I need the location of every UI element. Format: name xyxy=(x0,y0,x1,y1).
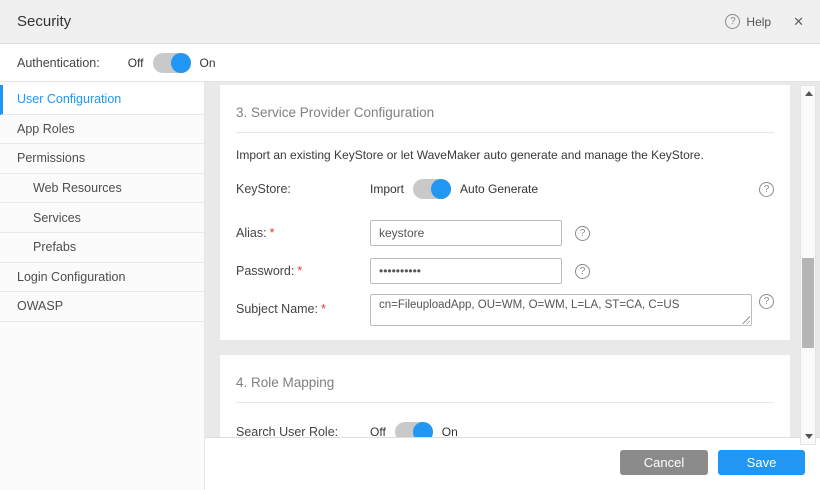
subject-name-label: Subject Name:* xyxy=(236,294,370,316)
help-button[interactable]: ? Help xyxy=(725,14,771,29)
sidebar-item-permissions[interactable]: Permissions xyxy=(0,144,204,174)
subject-name-help-icon[interactable]: ? xyxy=(759,294,774,309)
main-content: 3. Service Provider Configuration Import… xyxy=(205,82,820,490)
vertical-scrollbar[interactable] xyxy=(800,85,816,445)
sidebar-item-owasp[interactable]: OWASP xyxy=(0,292,204,322)
section-title: 3. Service Provider Configuration xyxy=(236,99,774,133)
scrollbar-thumb[interactable] xyxy=(802,258,814,348)
required-asterisk: * xyxy=(270,226,275,240)
sidebar-item-user-configuration[interactable]: User Configuration xyxy=(0,85,204,115)
authentication-on-label: On xyxy=(200,56,216,70)
search-user-role-toggle[interactable] xyxy=(395,422,433,437)
keystore-help-icon[interactable]: ? xyxy=(759,182,774,197)
titlebar: Security ? Help ✕ xyxy=(0,0,820,44)
save-button[interactable]: Save xyxy=(718,450,805,475)
search-user-role-toggle-knob xyxy=(413,422,433,437)
sidebar-item-login-configuration[interactable]: Login Configuration xyxy=(0,263,204,293)
password-row: Password:* ? xyxy=(236,258,774,284)
sidebar: User Configuration App Roles Permissions… xyxy=(0,82,205,490)
authentication-label: Authentication: xyxy=(17,56,100,70)
help-icon: ? xyxy=(725,14,740,29)
required-asterisk: * xyxy=(297,264,302,278)
sidebar-item-services[interactable]: Services xyxy=(0,203,204,233)
required-asterisk: * xyxy=(321,302,326,316)
sidebar-item-prefabs[interactable]: Prefabs xyxy=(0,233,204,263)
subject-name-row: Subject Name:* cn=FileuploadApp, OU=WM, … xyxy=(236,294,774,326)
sidebar-item-web-resources[interactable]: Web Resources xyxy=(0,174,204,204)
scrollbar-up-icon[interactable] xyxy=(805,91,813,96)
search-user-role-row: Search User Role: Off On xyxy=(236,422,774,437)
keystore-toggle-knob xyxy=(431,179,451,199)
sidebar-item-app-roles[interactable]: App Roles xyxy=(0,115,204,145)
scrollbar-down-icon[interactable] xyxy=(805,434,813,439)
cancel-button[interactable]: Cancel xyxy=(620,450,708,475)
password-input[interactable] xyxy=(370,258,562,284)
authentication-toggle-knob xyxy=(171,53,191,73)
alias-row: Alias:* ? xyxy=(236,220,774,246)
password-label: Password:* xyxy=(236,264,370,278)
keystore-description: Import an existing KeyStore or let WaveM… xyxy=(236,148,774,162)
search-user-role-on-label: On xyxy=(442,425,458,437)
help-label: Help xyxy=(746,15,771,29)
search-user-role-off-label: Off xyxy=(370,425,386,437)
section-title: 4. Role Mapping xyxy=(236,369,774,403)
keystore-toggle[interactable] xyxy=(413,179,451,199)
keystore-label: KeyStore: xyxy=(236,182,370,196)
keystore-row: KeyStore: Import Auto Generate ? xyxy=(236,179,774,199)
action-footer: Cancel Save xyxy=(205,437,820,490)
password-help-icon[interactable]: ? xyxy=(575,264,590,279)
security-dialog: Security ? Help ✕ Authentication: Off On… xyxy=(0,0,820,490)
keystore-auto-generate-label: Auto Generate xyxy=(460,182,538,196)
close-icon[interactable]: ✕ xyxy=(793,14,804,30)
service-provider-configuration-section: 3. Service Provider Configuration Import… xyxy=(220,85,790,340)
authentication-off-label: Off xyxy=(128,56,144,70)
alias-help-icon[interactable]: ? xyxy=(575,226,590,241)
subject-name-textarea[interactable]: cn=FileuploadApp, OU=WM, O=WM, L=LA, ST=… xyxy=(370,294,752,326)
role-mapping-section: 4. Role Mapping Search User Role: Off On xyxy=(220,355,790,437)
search-user-role-label: Search User Role: xyxy=(236,425,370,437)
page-title: Security xyxy=(17,13,71,30)
authentication-row: Authentication: Off On xyxy=(0,44,820,82)
alias-label: Alias:* xyxy=(236,226,370,240)
alias-input[interactable] xyxy=(370,220,562,246)
keystore-import-label: Import xyxy=(370,182,404,196)
authentication-toggle[interactable] xyxy=(153,53,191,73)
